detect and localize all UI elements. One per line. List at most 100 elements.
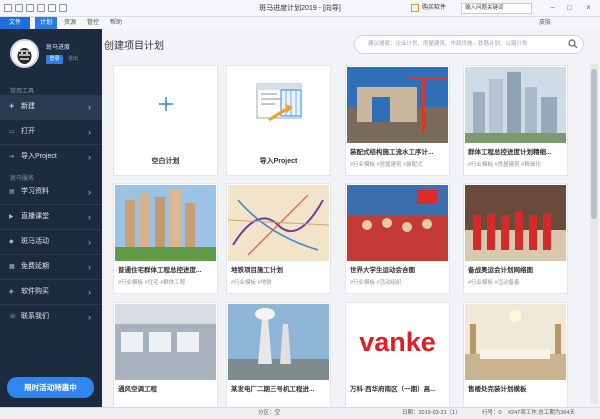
sign-in-button[interactable]: 登录: [46, 55, 63, 64]
sidebar-item-label: 导入Project: [21, 153, 57, 160]
card-title: 售楼处完装计划模板: [468, 386, 527, 393]
sidebar-item-learning[interactable]: ▤ 学习资料 ›: [0, 180, 102, 204]
card-title: 普通住宅群体工程总控进度...: [118, 267, 202, 274]
contact-icon: ☏: [9, 314, 17, 320]
menu-resource[interactable]: 资源: [60, 17, 80, 29]
user-name: 斑马进度: [46, 45, 71, 51]
menu-control[interactable]: 管控: [82, 17, 104, 29]
window-title: 斑马进度计划2019 - [向导]: [259, 5, 341, 12]
card-template[interactable]: 装配式结构施工流水工序计... #行业模板 #房屋建筑 #装配式: [345, 65, 450, 176]
skin-menu[interactable]: 皮肤: [539, 17, 551, 29]
import-icon: ⇥: [9, 154, 15, 160]
card-title: 群体工程总控进度计划精细...: [468, 149, 552, 156]
calendar-icon: ▦: [9, 264, 15, 270]
card-template[interactable]: 售楼处完装计划模板: [463, 302, 568, 413]
hvac-units-image: [115, 304, 216, 380]
save-icon[interactable]: [15, 4, 23, 12]
card-template[interactable]: 通风空调工程: [113, 302, 218, 413]
sidebar-item-label: 斑马活动: [21, 238, 49, 245]
card-template[interactable]: 备战奥运会计划网络图 #行业模板 #活动备备: [463, 183, 568, 294]
sidebar-item-label: 新建: [21, 103, 35, 110]
card-tags: #行业模板 #活动组织: [350, 280, 402, 286]
chevron-right-icon: ›: [88, 152, 91, 162]
sidebar-item-label: 打开: [21, 128, 35, 135]
sidebar-item-extension[interactable]: ▦ 免费延期 ›: [0, 255, 102, 279]
sidebar-item-purchase[interactable]: ◈ 软件购买 ›: [0, 280, 102, 304]
sidebar-item-new[interactable]: ✚ 新建 ›: [0, 95, 102, 119]
card-import-project[interactable]: 导入Project: [226, 65, 331, 176]
status-partition: 分区：空: [258, 410, 281, 416]
status-row: 行号：0: [482, 410, 502, 416]
open-icon[interactable]: [26, 4, 34, 12]
card-title: 导入Project: [259, 158, 298, 165]
chevron-right-icon: ›: [88, 237, 91, 247]
buy-software-link[interactable]: 购买软件: [422, 3, 446, 14]
zebra-avatar-icon: [12, 41, 37, 66]
avatar[interactable]: [10, 39, 39, 68]
card-template[interactable]: 某发电厂二期三号机工程进...: [226, 302, 331, 413]
menu-help[interactable]: 帮助: [106, 17, 126, 29]
chevron-right-icon: ›: [88, 212, 91, 222]
sidebar-item-live[interactable]: ▶ 直播课堂 ›: [0, 205, 102, 229]
construction-site-image: [347, 67, 448, 143]
scrollbar-thumb[interactable]: [591, 69, 597, 219]
logout-link[interactable]: 退出: [68, 55, 78, 64]
sports-crowd-image: [347, 185, 448, 261]
card-title: 备战奥运会计划网络图: [468, 267, 533, 274]
promo-button[interactable]: 限时活动特惠中: [7, 377, 94, 398]
menu-file[interactable]: 文件: [0, 17, 30, 29]
chevron-right-icon: ›: [88, 262, 91, 272]
city-buildings-image: [465, 67, 566, 143]
main-panel: 创建项目计划 建议搜索：企业计划、房屋建筑、市政设施、铁路计划、公路计划 空白计…: [102, 29, 600, 413]
undo-icon[interactable]: [48, 4, 56, 12]
cart-icon[interactable]: [411, 4, 419, 12]
search-icon[interactable]: [568, 39, 578, 49]
status-date: 日期：2019-03-21（1）: [402, 410, 461, 416]
card-tags: #行业模板 #房屋建筑 #装配式: [350, 162, 423, 168]
card-title: 地铁项目施工计划: [231, 267, 283, 274]
card-tags: #行业模板 #住宅 #群体工程: [118, 280, 186, 286]
sidebar-item-label: 免费延期: [21, 263, 49, 270]
close-button[interactable]: ×: [583, 2, 594, 14]
status-bar: 分区：空 日期：2019-03-21（1） 行号：0 #247项工作,总工期为3…: [0, 407, 600, 419]
card-template[interactable]: 普通住宅群体工程总控进度... #行业模板 #住宅 #群体工程: [113, 183, 218, 294]
sidebar-item-contact[interactable]: ☏ 联系我们 ›: [0, 305, 102, 329]
help-search-input[interactable]: 输入问题关键词: [461, 3, 532, 14]
app-logo-icon: [4, 4, 12, 12]
card-template[interactable]: 世界大学生运动会合图 #行业模板 #活动组织: [345, 183, 450, 294]
print-icon[interactable]: [37, 4, 45, 12]
metro-map-image: [228, 185, 329, 261]
sidebar-item-activity[interactable]: ◆ 斑马活动 ›: [0, 230, 102, 254]
card-template[interactable]: 群体工程总控进度计划精细... #行业模板 #房屋建筑 #精细化: [463, 65, 568, 176]
sidebar-item-label: 软件购买: [21, 288, 49, 295]
page-title: 创建项目计划: [104, 41, 164, 52]
card-template[interactable]: 地铁项目施工计划 #行业模板 #地铁: [226, 183, 331, 294]
vanke-logo: vanke: [347, 304, 448, 380]
power-plant-image: [228, 304, 329, 380]
card-title: 空白计划: [151, 158, 180, 165]
sidebar-item-label: 直播课堂: [21, 213, 49, 220]
chevron-right-icon: ›: [88, 287, 91, 297]
minimize-button[interactable]: –: [547, 2, 558, 14]
status-workdays: #247项工作,总工期为364天: [508, 410, 575, 416]
cart-icon: ◈: [9, 289, 14, 295]
sidebar: 斑马进度 登录 退出 常用工具 ✚ 新建 › ▭ 打开 › ⇥ 导入Project › 斑马…: [0, 29, 102, 407]
template-search-input[interactable]: 建议搜索：企业计划、房屋建筑、市政设施、铁路计划、公路计划: [354, 35, 584, 54]
section-tools-label: 常用工具: [10, 89, 35, 95]
menu-plan[interactable]: 计划: [35, 17, 57, 29]
card-title: 装配式结构施工流水工序计...: [350, 149, 434, 156]
chevron-right-icon: ›: [88, 312, 91, 322]
olympic-team-image: [465, 185, 566, 261]
sidebar-item-import-project[interactable]: ⇥ 导入Project ›: [0, 145, 102, 169]
title-bar: 斑马进度计划2019 - [向导] 购买软件 输入问题关键词 – □ ×: [0, 0, 600, 17]
chevron-right-icon: ›: [88, 187, 91, 197]
card-title: 某发电厂二期三号机工程进...: [231, 386, 315, 393]
redo-icon[interactable]: [59, 4, 67, 12]
chevron-right-icon: ›: [88, 102, 91, 112]
maximize-button[interactable]: □: [564, 2, 575, 14]
sidebar-item-open[interactable]: ▭ 打开 ›: [0, 120, 102, 144]
card-template[interactable]: vanke 万科·西华府南区（一期）高...: [345, 302, 450, 413]
card-tags: #行业模板 #地铁: [231, 280, 272, 286]
card-title: 万科·西华府南区（一期）高...: [350, 386, 436, 393]
card-blank-plan[interactable]: 空白计划: [113, 65, 218, 176]
